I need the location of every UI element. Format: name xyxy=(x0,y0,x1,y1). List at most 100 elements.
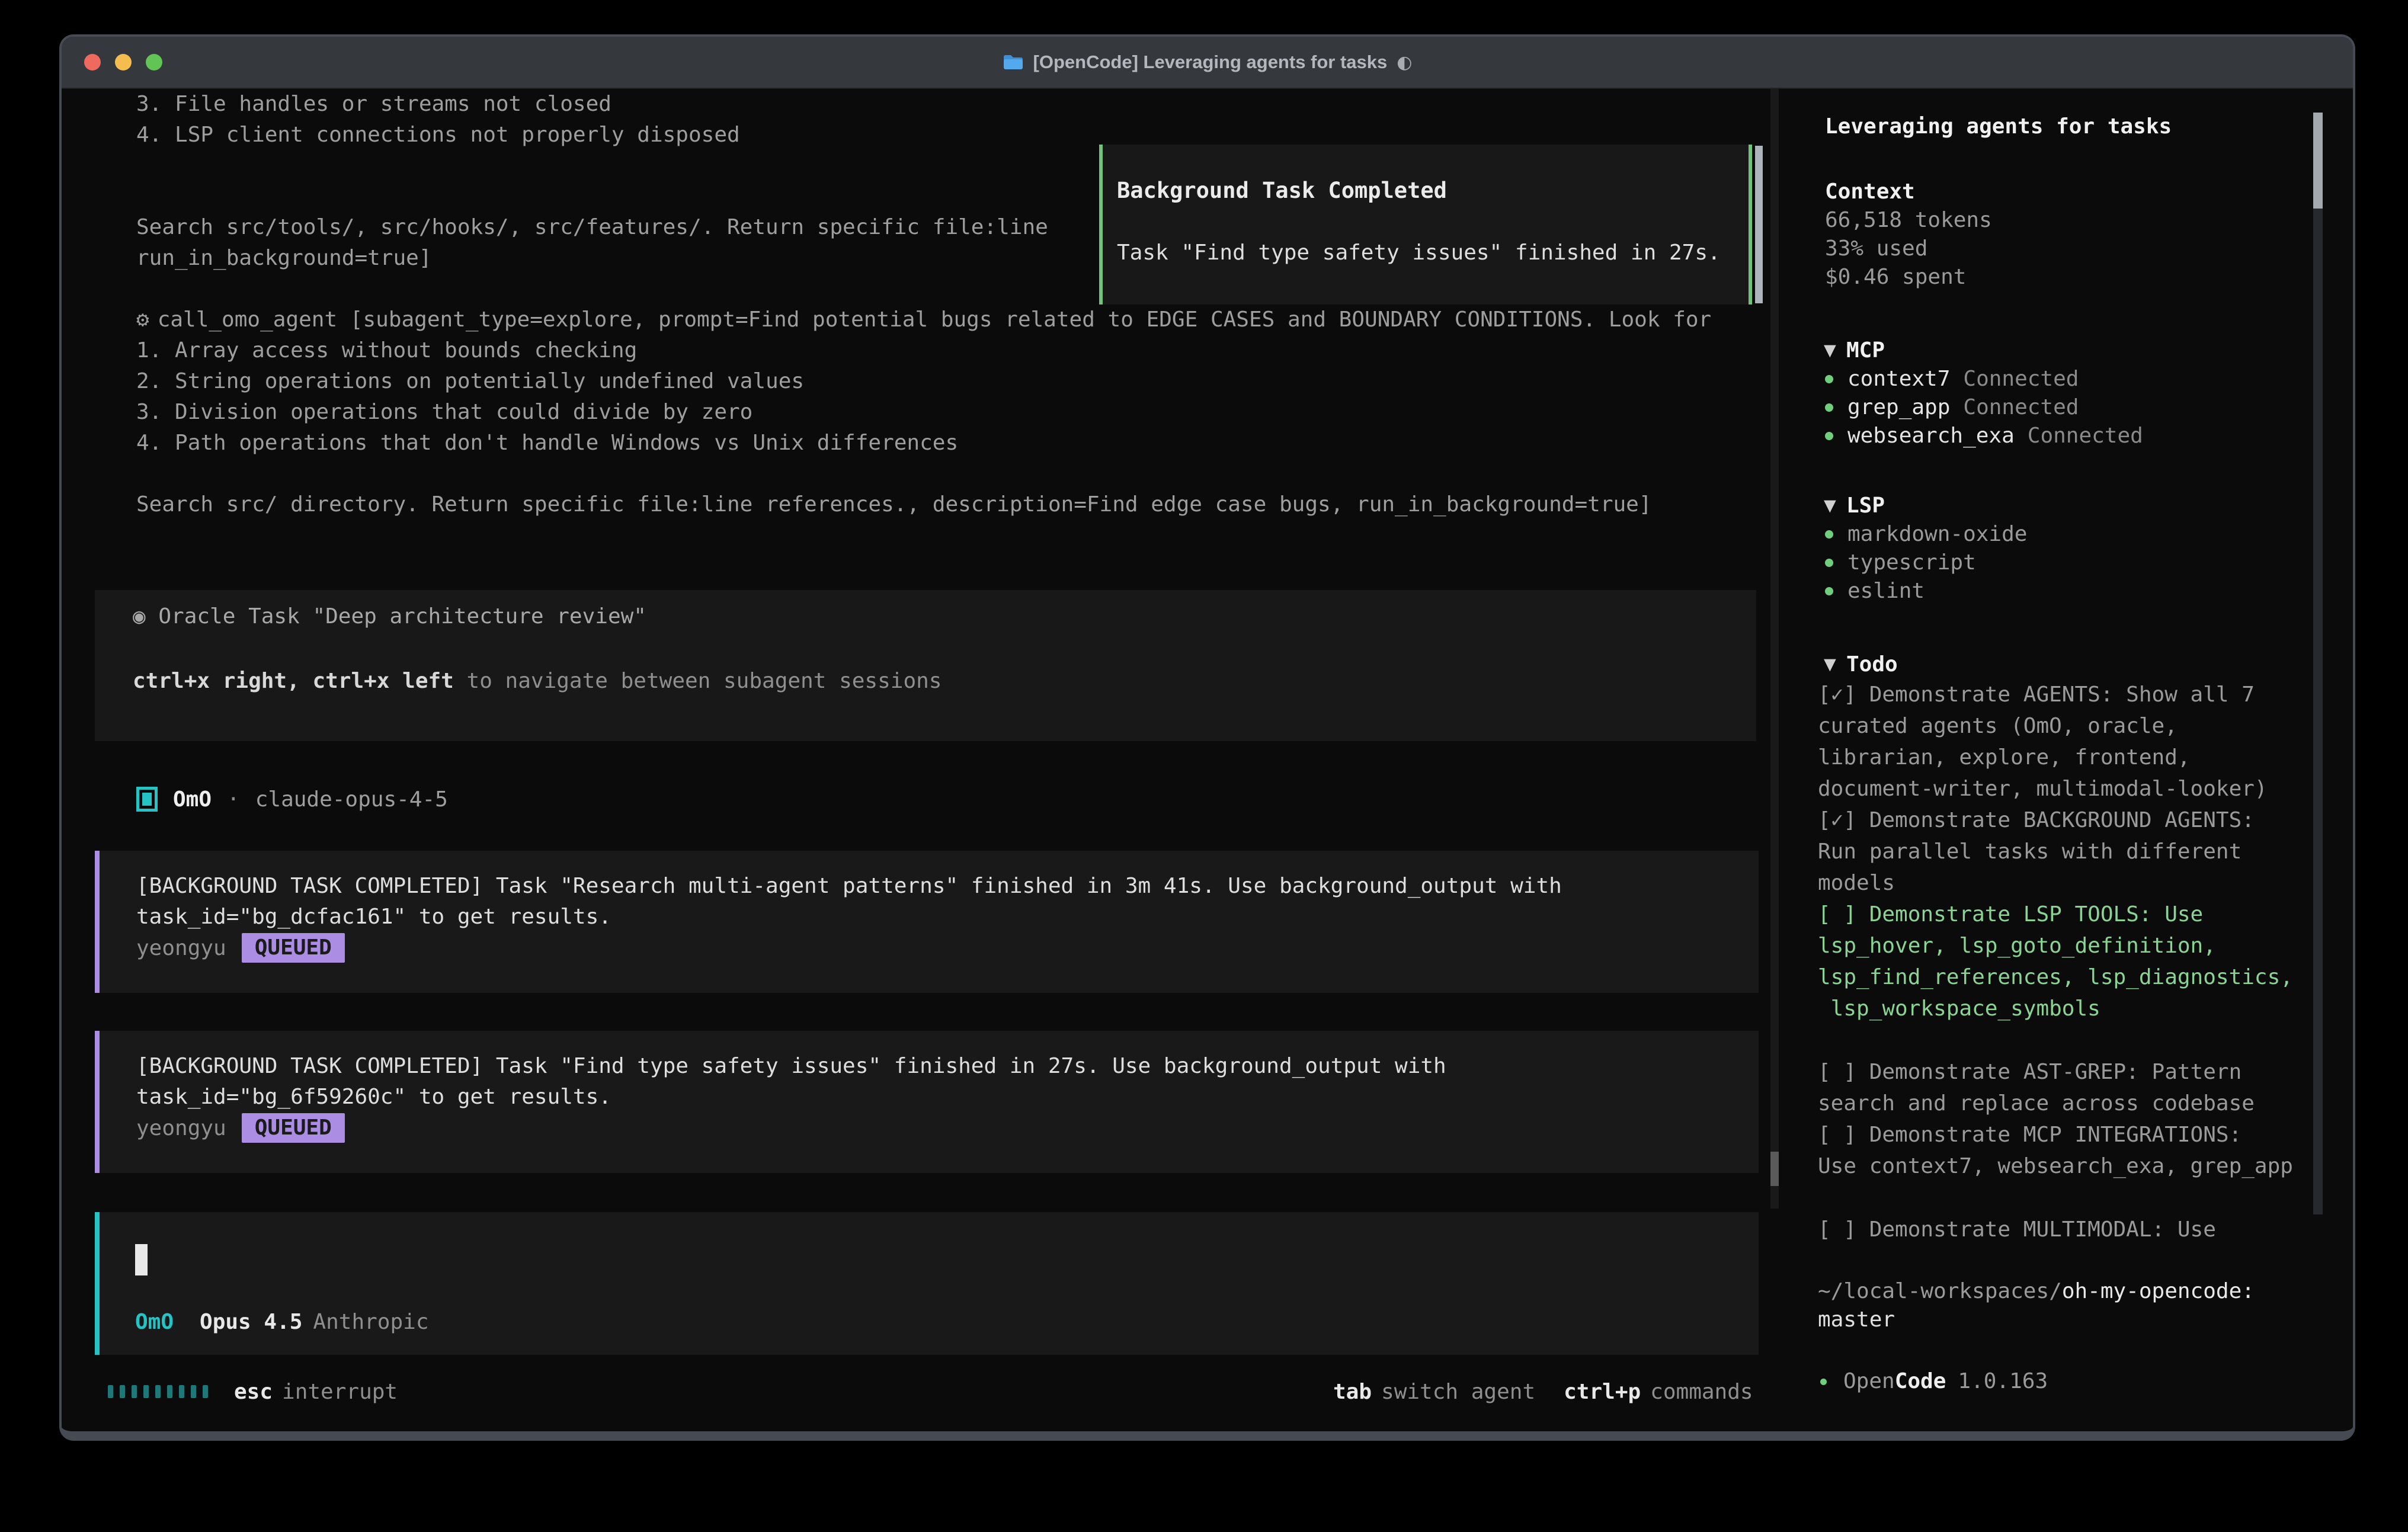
todo-line: models xyxy=(1815,867,2343,899)
mcp-status: Connected xyxy=(2028,422,2143,450)
mcp-section-header[interactable]: ▼MCP xyxy=(1815,336,2343,365)
input-model-name: Opus 4.5 xyxy=(200,1310,302,1334)
oracle-task-title-line: ◉ Oracle Task "Deep architecture review" xyxy=(133,601,646,632)
tool-call-line xyxy=(136,459,1711,489)
ctrl-p-key-hint: ctrl+p xyxy=(1564,1380,1641,1404)
agent-icon xyxy=(136,787,158,812)
notification-body: Task "Find type safety issues" finished … xyxy=(1117,241,1721,265)
log-line: 4. LSP client connections not properly d… xyxy=(136,120,1048,150)
todo-line: lsp_hover, lsp_goto_definition, xyxy=(1815,930,2343,961)
chevron-down-icon: ▼ xyxy=(1824,650,1846,679)
context-stats: 66,518 tokens33% used$0.46 spent xyxy=(1815,206,2343,291)
lsp-name: eslint xyxy=(1847,577,1925,605)
todo-line: lsp_find_references, lsp_diagnostics, xyxy=(1815,961,2343,993)
tool-call-line: Search src/ directory. Return specific f… xyxy=(136,489,1711,520)
window-title: [OpenCode] Leveraging agents for tasks xyxy=(1033,52,1388,73)
tool-call-intro: call_omo_agent [subagent_type=explore, p… xyxy=(158,307,1712,332)
log-block-top: 3. File handles or streams not closed4. … xyxy=(136,89,1048,305)
status-badge: QUEUED xyxy=(242,933,345,963)
todo-line: [✓] Demonstrate AGENTS: Show all 7 xyxy=(1815,679,2343,710)
chevron-down-icon: ▼ xyxy=(1824,492,1846,520)
todo-line: curated agents (OmO, oracle, xyxy=(1815,710,2343,742)
app-window: [OpenCode] Leveraging agents for tasks ◐… xyxy=(59,34,2355,1441)
esc-key-hint: esc xyxy=(234,1380,273,1404)
oracle-task-title: Oracle Task "Deep architecture review" xyxy=(158,604,646,629)
notification-title: Background Task Completed xyxy=(1117,178,1447,203)
log-line xyxy=(136,181,1048,212)
todo-line: search and replace across codebase xyxy=(1815,1088,2343,1119)
activity-dot xyxy=(120,1385,125,1398)
oracle-task-hint: ctrl+x right, ctrl+x left to navigate be… xyxy=(133,666,942,697)
statusbar-right: tab switch agent ctrl+p commands xyxy=(1333,1377,1753,1406)
notification-toast: Background Task Completed Task "Find typ… xyxy=(1099,145,1752,305)
brand-code: Code xyxy=(1895,1367,1946,1396)
sidebar-scrollbar-track[interactable] xyxy=(2313,113,2323,1214)
todo-section-header[interactable]: ▼Todo xyxy=(1815,650,2343,679)
record-icon: ◉ xyxy=(133,604,158,629)
window-controls xyxy=(84,37,162,88)
message-line-1: [BACKGROUND TASK COMPLETED] Task "Find t… xyxy=(136,1051,1759,1082)
bullet-icon xyxy=(1825,432,1833,440)
bullet-icon xyxy=(1825,559,1833,567)
lsp-section-header[interactable]: ▼LSP xyxy=(1815,492,2343,520)
gear-icon: ⚙ xyxy=(136,307,149,332)
agent-header: OmO · claude-opus-4-5 xyxy=(136,784,448,815)
todo-line: [ ] Demonstrate MCP INTEGRATIONS: xyxy=(1815,1119,2343,1150)
todo-line: [✓] Demonstrate BACKGROUND AGENTS: xyxy=(1815,805,2343,836)
prompt-input[interactable]: OmO Opus 4.5 Anthropic xyxy=(95,1212,1759,1355)
tool-call-block: ⚙ call_omo_agent [subagent_type=explore, … xyxy=(136,305,1711,520)
tab-key-label: switch agent xyxy=(1381,1380,1535,1404)
agent-model: claude-opus-4-5 xyxy=(255,787,448,812)
terminal-content: 3. File handles or streams not closed4. … xyxy=(62,89,2353,1431)
context-stat: 33% used xyxy=(1815,235,2343,263)
close-button[interactable] xyxy=(84,54,101,70)
todo-list: [✓] Demonstrate AGENTS: Show all 7curate… xyxy=(1815,679,2343,1245)
esc-key-label: interrupt xyxy=(282,1380,398,1404)
tool-call-line: 1. Array access without bounds checking xyxy=(136,335,1711,366)
todo-line: Use context7, websearch_exa, grep_app xyxy=(1815,1150,2343,1182)
message-meta: yeongyu QUEUED xyxy=(136,1113,1759,1143)
background-task-message: [BACKGROUND TASK COMPLETED] Task "Resear… xyxy=(95,851,1759,993)
minimize-button[interactable] xyxy=(115,54,132,70)
status-badge: QUEUED xyxy=(242,1113,345,1143)
mcp-item: grep_appConnected xyxy=(1815,393,2343,422)
tool-call-line: 2. String operations on potentially unde… xyxy=(136,366,1711,397)
mcp-name: context7 xyxy=(1847,365,1950,393)
sidebar-scrollbar-thumb[interactable] xyxy=(2313,113,2323,209)
tool-call-line: 4. Path operations that don't handle Win… xyxy=(136,428,1711,459)
agent-name: OmO xyxy=(173,787,212,812)
mcp-name: websearch_exa xyxy=(1847,422,2015,450)
main-scrollbar-thumb[interactable] xyxy=(1770,1152,1779,1186)
statusbar-left: esc interrupt xyxy=(108,1377,398,1406)
notification-scrollbar-thumb[interactable] xyxy=(1755,146,1763,303)
lsp-item: eslint xyxy=(1815,577,2343,605)
lsp-item: typescript xyxy=(1815,549,2343,577)
window-title-group: [OpenCode] Leveraging agents for tasks ◐ xyxy=(1003,52,1413,73)
todo-line: document-writer, multimodal-looker) xyxy=(1815,773,2343,805)
mcp-list: context7 Connectedgrep_appConnectedwebsea… xyxy=(1815,365,2343,450)
mcp-status: Connected xyxy=(1963,365,2079,393)
activity-dot xyxy=(179,1385,184,1398)
bullet-icon xyxy=(1820,1379,1827,1385)
oracle-task-card[interactable]: ◉ Oracle Task "Deep architecture review"… xyxy=(95,590,1756,741)
workspace-path: ~/local-workspaces/oh-my-opencode: xyxy=(1815,1277,2343,1306)
tool-call-lines: 1. Array access without bounds checking2… xyxy=(136,335,1711,520)
tool-call-line: 3. Division operations that could divide… xyxy=(136,397,1711,428)
bullet-icon xyxy=(1825,375,1833,383)
todo-line: librarian, explore, frontend, xyxy=(1815,742,2343,773)
message-line-2: task_id="bg_6f59260c" to get results. xyxy=(136,1082,1759,1113)
context-heading: Context xyxy=(1815,178,2343,206)
activity-dot xyxy=(203,1385,208,1398)
chevron-down-icon: ▼ xyxy=(1824,336,1846,365)
main-scrollbar-track[interactable] xyxy=(1770,89,1779,1209)
todo-line: [ ] Demonstrate LSP TOOLS: Use xyxy=(1815,899,2343,930)
message-author: yeongyu xyxy=(136,1116,226,1140)
input-agent-name: OmO xyxy=(135,1310,174,1334)
todo-line: Run parallel tasks with different xyxy=(1815,836,2343,867)
background-task-message: [BACKGROUND TASK COMPLETED] Task "Find t… xyxy=(95,1031,1759,1173)
bullet-icon xyxy=(1825,587,1833,595)
session-title: Leveraging agents for tasks xyxy=(1815,113,2343,141)
message-meta: yeongyu QUEUED xyxy=(136,932,1759,963)
log-line xyxy=(136,274,1048,305)
zoom-button[interactable] xyxy=(146,54,162,70)
